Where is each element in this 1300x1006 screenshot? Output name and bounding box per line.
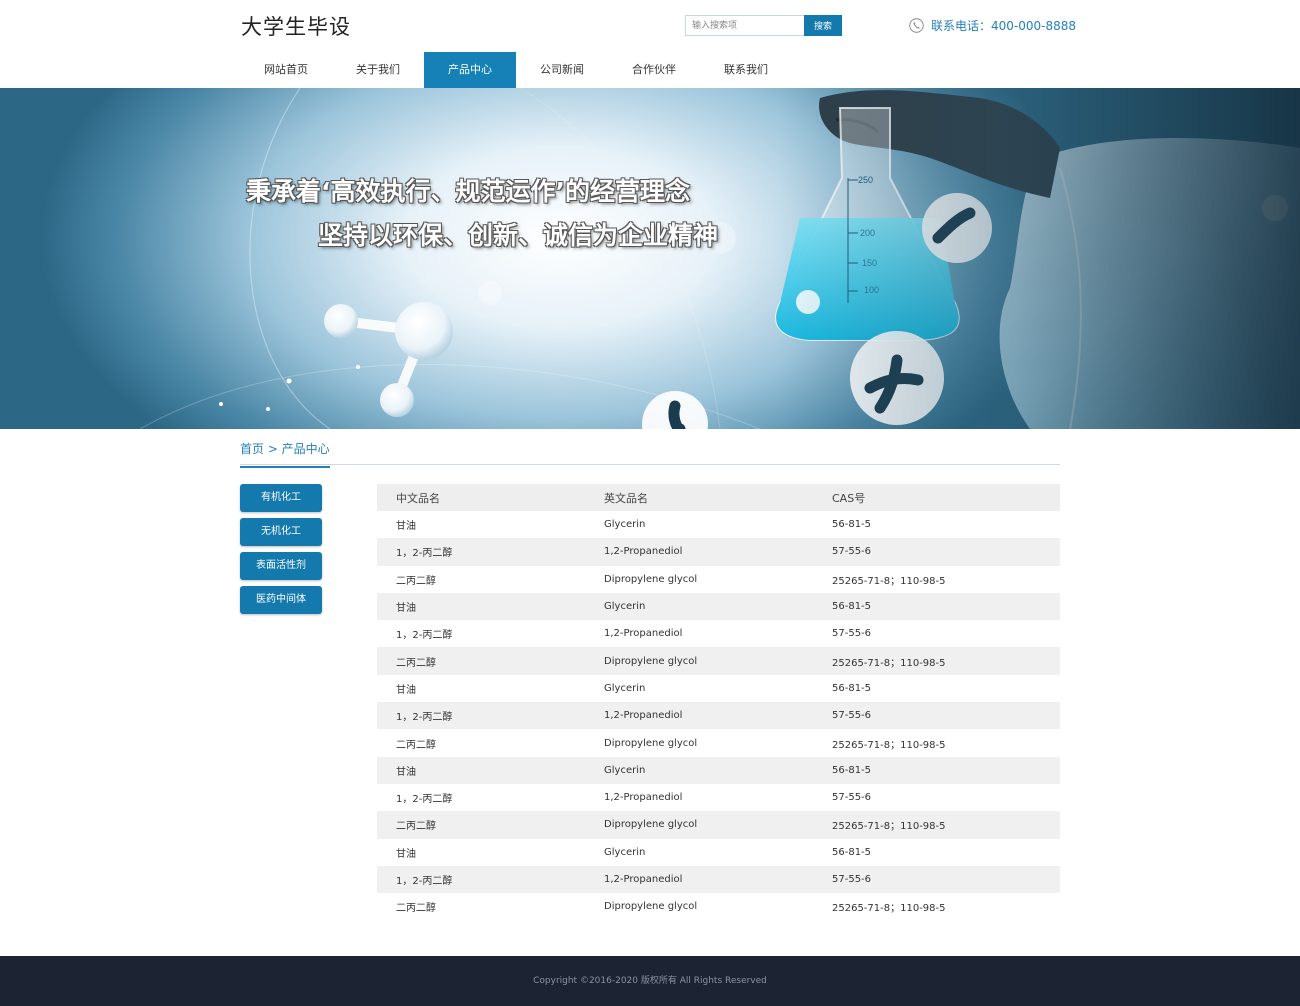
table-row[interactable]: 二丙二醇 Dipropylene glycol 25265-71-8；110-98-… [377,647,1060,675]
cell-english-name: Dipropylene glycol [604,811,832,839]
table-row[interactable]: 1，2-丙二醇 1,2-Propanediol 57-55-6 [377,784,1060,811]
cell-chinese-name: 甘油 [377,756,604,784]
banner-shade [780,88,1300,429]
cell-english-name: Dipropylene glycol [604,737,698,749]
cell-chinese-name: 1，2-丙二醇 [377,538,604,566]
contact-phone: 联系电话：400-000-8888 [909,17,1076,34]
cell-english-name: Glycerin [604,592,832,621]
cell-chinese-name: 甘油 [396,521,416,533]
nav-item-about[interactable]: 关于我们 [332,52,424,88]
breadcrumb-text[interactable]: 首页 > 产品中心 [240,440,330,468]
cell-cas: 57-55-6 [832,628,872,640]
cell-english-name: Dipropylene glycol [604,647,832,675]
table-row[interactable]: 甘油 Glycerin 56-81-5 [377,592,1060,621]
banner-slogan-line-1: 秉承着‘高效执行、规范运作’的经营理念 [246,177,690,206]
search-bar: 搜索 [685,15,842,36]
cell-english-name: Dipropylene glycol [604,901,698,913]
column-header-cas: CAS号 [832,484,1060,511]
table-row[interactable]: 甘油 Glycerin 56-81-5 [377,511,1060,538]
column-header-english-name: 英文品名 [604,484,832,511]
cell-chinese-name: 二丙二醇 [396,739,436,751]
table-row[interactable]: 1，2-丙二醇 1,2-Propanediol 57-55-6 [377,702,1060,730]
phone-text: 联系电话：400-000-8888 [931,19,1077,33]
table-header-row: 中文品名 英文品名 CAS号 [377,484,1060,511]
cell-chinese-name: 甘油 [396,848,416,860]
nav-item-products[interactable]: 产品中心 [424,52,516,88]
category-surfactants[interactable]: 表面活性剂 [240,552,322,580]
nav-item-news[interactable]: 公司新闻 [516,52,608,88]
cell-english-name: Glycerin [604,756,832,784]
cell-chinese-name: 1，2-丙二醇 [396,794,453,806]
cell-english-name: Glycerin [604,846,646,858]
table-row[interactable]: 二丙二醇 Dipropylene glycol 25265-71-8；110-98-… [377,893,1060,920]
category-sidebar: 有机化工 无机化工 表面活性剂 医药中间体 [240,484,322,620]
cell-cas: 25265-71-8；110-98-5 [832,811,1060,839]
cell-english-name: 1,2-Propanediol [604,538,832,566]
cell-chinese-name: 甘油 [377,592,604,621]
column-header-chinese-name: 中文品名 [377,484,604,511]
cell-english-name: Dipropylene glycol [604,573,698,585]
cell-chinese-name: 1，2-丙二醇 [377,865,604,894]
cell-cas: 57-55-6 [832,538,1060,566]
cell-cas: 56-81-5 [832,846,872,858]
table-row[interactable]: 甘油 Glycerin 56-81-5 [377,756,1060,784]
cell-cas: 57-55-6 [832,792,872,804]
cell-cas: 56-81-5 [832,682,872,694]
cell-chinese-name: 二丙二醇 [377,811,604,839]
cell-english-name: 1,2-Propanediol [604,628,683,640]
cell-cas: 56-81-5 [832,519,872,531]
cell-english-name: Glycerin [604,682,646,694]
cell-chinese-name: 1，2-丙二醇 [377,702,604,730]
cell-english-name: 1,2-Propanediol [604,702,832,730]
product-table: 中文品名 英文品名 CAS号 甘油 Glycerin 56-81-5 1，2-丙二醇 1… [377,484,1060,920]
table-body: 甘油 Glycerin 56-81-5 1，2-丙二醇 1,2-Propanediol 5… [377,511,1060,920]
cell-chinese-name: 甘油 [396,684,416,696]
cell-english-name: Glycerin [604,519,646,531]
copyright-text: Copyright ©2016-2020 版权所有 All Rights Res… [533,976,767,986]
table-row[interactable]: 1，2-丙二醇 1,2-Propanediol 57-55-6 [377,620,1060,647]
cell-english-name: 1,2-Propanediol [604,865,832,894]
table-row[interactable]: 二丙二醇 Dipropylene glycol 25265-71-8；110-98-… [377,811,1060,839]
cell-cas: 57-55-6 [832,865,1060,894]
cell-chinese-name: 二丙二醇 [396,903,436,915]
cell-cas: 57-55-6 [832,702,1060,730]
nav-item-home[interactable]: 网站首页 [240,52,332,88]
category-pharma-intermediates[interactable]: 医药中间体 [240,586,322,614]
main-nav: 网站首页 关于我们 产品中心 公司新闻 合作伙伴 联系我们 [240,52,792,88]
cell-cas: 25265-71-8；110-98-5 [832,903,946,915]
cell-chinese-name: 二丙二醇 [377,647,604,675]
cell-cas: 56-81-5 [832,592,1060,621]
search-button[interactable]: 搜索 [804,15,842,36]
hero-banner: 250 200 150 100 秉承着‘高效执行、规范运作’的经营理念 坚持以环… [0,88,1300,429]
cell-cas: 25265-71-8；110-98-5 [832,575,946,587]
category-organic-chemicals[interactable]: 有机化工 [240,484,322,512]
cell-chinese-name: 1，2-丙二醇 [396,630,453,642]
search-input[interactable] [685,15,804,36]
cell-cas: 25265-71-8；110-98-5 [832,647,1060,675]
cell-cas: 25265-71-8；110-98-5 [832,739,946,751]
table-row[interactable]: 二丙二醇 Dipropylene glycol 25265-71-8；110-98-… [377,729,1060,756]
table-row[interactable]: 甘油 Glycerin 56-81-5 [377,839,1060,866]
banner-slogan-line-2: 坚持以环保、创新、诚信为企业精神 [318,221,719,250]
site-header: 大学生毕设 搜索 联系电话：400-000-8888 网站首页 关于我们 产品中… [0,0,1300,88]
breadcrumb: 首页 > 产品中心 [240,438,1060,468]
product-table-wrapper: 中文品名 英文品名 CAS号 甘油 Glycerin 56-81-5 1，2-丙二醇 1… [377,484,1060,920]
table-row[interactable]: 二丙二醇 Dipropylene glycol 25265-71-8；110-98-… [377,566,1060,593]
phone-icon [909,18,924,33]
cell-chinese-name: 二丙二醇 [396,575,436,587]
site-title[interactable]: 大学生毕设 [241,11,351,41]
cell-english-name: 1,2-Propanediol [604,792,683,804]
site-footer: Copyright ©2016-2020 版权所有 All Rights Res… [0,956,1300,1006]
nav-item-partners[interactable]: 合作伙伴 [608,52,700,88]
table-row[interactable]: 甘油 Glycerin 56-81-5 [377,675,1060,702]
nav-item-contact[interactable]: 联系我们 [700,52,792,88]
table-row[interactable]: 1，2-丙二醇 1,2-Propanediol 57-55-6 [377,538,1060,566]
table-row[interactable]: 1，2-丙二醇 1,2-Propanediol 57-55-6 [377,865,1060,894]
category-inorganic-chemicals[interactable]: 无机化工 [240,518,322,546]
cell-cas: 56-81-5 [832,756,1060,784]
